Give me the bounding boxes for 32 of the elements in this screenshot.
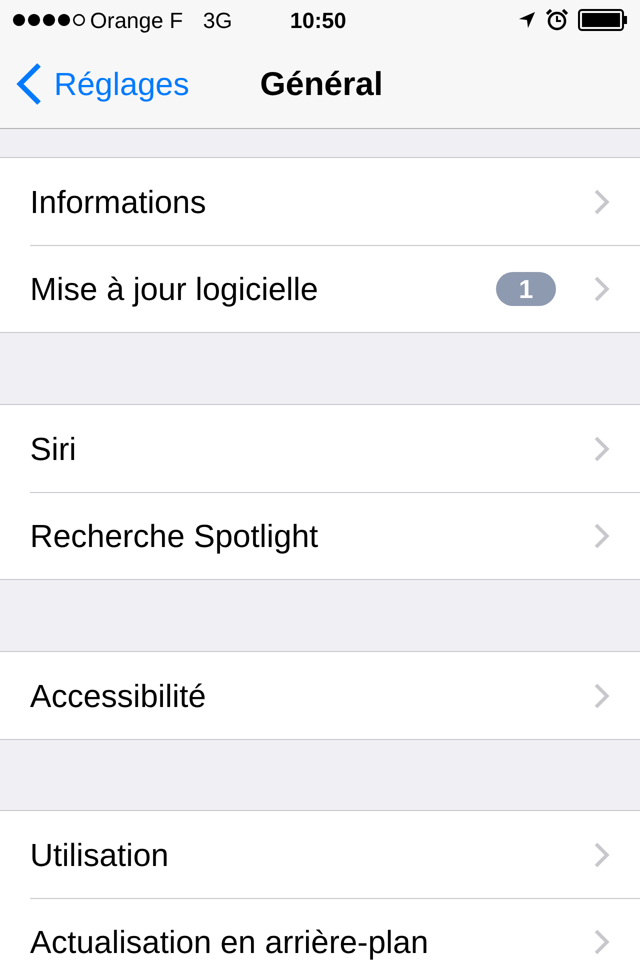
carrier-name: Orange F xyxy=(90,6,183,35)
settings-row[interactable]: Mise à jour logicielle 1 xyxy=(0,245,640,332)
network-type: 3G xyxy=(202,6,232,34)
row-label: Accessibilité xyxy=(30,676,206,716)
back-chevron-icon xyxy=(16,63,42,105)
row-label: Siri xyxy=(30,430,76,468)
count-badge: 1 xyxy=(496,272,556,306)
row-label: Recherche Spotlight xyxy=(30,517,318,556)
alarm-clock-icon xyxy=(546,9,568,31)
battery-icon xyxy=(578,9,628,31)
status-time: 10:50 xyxy=(290,6,346,34)
back-button[interactable]: Réglages xyxy=(16,60,190,108)
row-label: Utilisation xyxy=(30,836,169,874)
chevron-icon xyxy=(594,929,610,955)
row-label: Informations xyxy=(30,182,206,222)
settings-row[interactable]: Accessibilité xyxy=(0,652,640,739)
chevron-icon xyxy=(594,276,610,302)
settings-row[interactable]: Informations xyxy=(0,158,640,245)
chevron-icon xyxy=(594,436,610,462)
chevron-icon xyxy=(594,188,610,214)
screen-title: Général xyxy=(260,64,383,104)
settings-row[interactable]: Siri xyxy=(0,405,640,492)
settings-row[interactable]: Actualisation en arrière-plan xyxy=(0,898,640,960)
settings-row[interactable]: Utilisation xyxy=(0,811,640,898)
row-label: Mise à jour logicielle xyxy=(30,270,318,309)
chevron-icon xyxy=(594,842,610,868)
chevron-icon xyxy=(594,682,610,708)
signal-icon xyxy=(12,13,86,27)
location-arrow-icon xyxy=(518,11,536,29)
settings-row[interactable]: Recherche Spotlight xyxy=(0,492,640,579)
row-label: Actualisation en arrière-plan xyxy=(30,923,428,960)
chevron-icon xyxy=(594,523,610,549)
